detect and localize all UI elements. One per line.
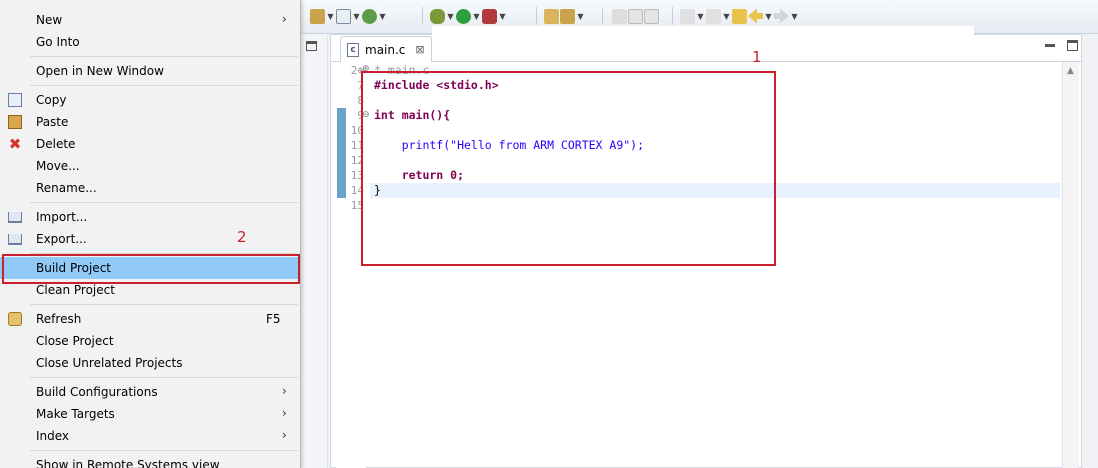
new-source-file-icon[interactable]	[336, 8, 351, 24]
maximize-icon[interactable]	[1067, 40, 1078, 51]
context-menu: New › Go Into Open in New Window Copy Pa…	[0, 0, 301, 468]
annotation-label: 2	[237, 228, 247, 246]
show-whitespace-icon[interactable]	[644, 8, 659, 24]
open-type-icon[interactable]	[544, 8, 559, 24]
toolbar-group-1: ▼ ▼ ▼	[310, 8, 387, 24]
debug-icon[interactable]	[430, 8, 445, 24]
run-icon[interactable]	[456, 8, 471, 24]
menu-item-rename[interactable]: Rename...	[0, 177, 299, 199]
new-class-icon[interactable]	[362, 8, 377, 24]
left-view-strip	[300, 34, 328, 468]
menu-item-label: Go Into	[36, 35, 80, 49]
menu-separator	[30, 304, 298, 305]
menu-item-label: Make Targets	[36, 407, 115, 421]
menu-separator	[30, 202, 298, 203]
menu-separator	[30, 450, 298, 451]
menu-item-index[interactable]: Index ›	[0, 425, 299, 447]
toolbar-group-2: ▼ ▼ ▼	[430, 8, 507, 24]
menu-item-import[interactable]: Import...	[0, 206, 299, 228]
new-project-icon[interactable]	[310, 8, 325, 24]
menu-item-label: Paste	[36, 115, 69, 129]
menu-item-new[interactable]: New ›	[0, 9, 299, 31]
menu-item-close-unrelated-projects[interactable]: Close Unrelated Projects	[0, 352, 299, 374]
minimize-icon[interactable]	[1045, 44, 1055, 47]
toolbar-group-4	[612, 8, 659, 24]
submenu-arrow-icon: ›	[282, 384, 287, 398]
toolbar-group-3: ▼	[544, 8, 585, 24]
menu-separator	[30, 377, 298, 378]
scroll-up-icon[interactable]: ▲	[1067, 66, 1074, 76]
submenu-arrow-icon: ›	[282, 428, 287, 442]
editor-tab-label: main.c	[365, 42, 406, 57]
menu-item-label: New	[36, 13, 63, 27]
menu-item-make-targets[interactable]: Make Targets ›	[0, 403, 299, 425]
back-icon[interactable]	[748, 8, 763, 24]
menu-item-label: Close Project	[36, 334, 114, 348]
menu-item-label: Export...	[36, 232, 87, 246]
menu-separator	[30, 56, 298, 57]
menu-item-label: Close Unrelated Projects	[36, 356, 183, 370]
search-tool-icon[interactable]	[560, 8, 575, 24]
quick-diff-marker	[337, 108, 346, 198]
maximize-icon[interactable]	[306, 41, 317, 51]
menu-item-label: Delete	[36, 137, 76, 151]
external-tools-icon[interactable]	[482, 8, 497, 24]
menu-item-label: Copy	[36, 93, 67, 107]
copy-icon	[8, 93, 22, 107]
annotation-box-code	[361, 71, 776, 266]
menu-item-go-into[interactable]: Go Into	[0, 31, 299, 53]
menu-item-label: Index	[36, 429, 70, 443]
menu-item-paste[interactable]: Paste	[0, 111, 299, 133]
toolbar-separator	[602, 7, 603, 25]
tab-area-background	[432, 26, 974, 36]
menu-item-move[interactable]: Move...	[0, 155, 299, 177]
menu-item-label: Build Configurations	[36, 385, 158, 399]
forward-icon[interactable]	[774, 8, 789, 24]
menu-item-label: Move...	[36, 159, 80, 173]
menu-item-label: Import...	[36, 210, 88, 224]
import-icon	[8, 212, 22, 223]
submenu-arrow-icon: ›	[282, 406, 287, 420]
c-file-icon: c	[347, 42, 359, 57]
toolbar-group-5: ▼ ▼ ▼ ▼	[680, 8, 799, 24]
vertical-scrollbar[interactable]	[1062, 62, 1079, 468]
previous-annotation-icon[interactable]	[706, 8, 721, 24]
menu-item-refresh[interactable]: Refresh F5	[0, 308, 299, 330]
menu-item-close-project[interactable]: Close Project	[0, 330, 299, 352]
next-annotation-icon[interactable]	[680, 8, 695, 24]
last-edit-icon[interactable]	[732, 8, 747, 24]
toggle-block-icon[interactable]	[628, 8, 643, 24]
submenu-arrow-icon: ›	[282, 12, 287, 26]
toolbar-separator	[536, 7, 537, 25]
shortcut-label: F5	[266, 312, 281, 326]
export-icon	[8, 234, 22, 245]
menu-item-build-configurations[interactable]: Build Configurations ›	[0, 381, 299, 403]
menu-item-label: Open in New Window	[36, 64, 164, 78]
menu-item-delete[interactable]: ✖ Delete	[0, 133, 299, 155]
editor-tab-main-c[interactable]: c main.c ⊠	[340, 36, 432, 62]
annotation-label: 1	[752, 48, 762, 66]
toolbar-separator	[672, 7, 673, 25]
menu-item-copy[interactable]: Copy	[0, 89, 299, 111]
menu-item-label: Clean Project	[36, 283, 115, 297]
paste-icon	[8, 115, 22, 129]
close-icon[interactable]: ⊠	[415, 43, 424, 56]
menu-item-open-in-new-window[interactable]: Open in New Window	[0, 60, 299, 82]
menu-item-export[interactable]: Export...	[0, 228, 299, 250]
toggle-mark-icon[interactable]	[612, 8, 627, 24]
menu-item-label: Show in Remote Systems view	[36, 458, 220, 468]
menu-item-show-in-remote-systems-view[interactable]: Show in Remote Systems view	[0, 454, 299, 468]
toolbar-separator	[422, 7, 423, 25]
menu-separator	[30, 85, 298, 86]
menu-item-label: Refresh	[36, 312, 82, 326]
delete-icon: ✖	[8, 135, 22, 153]
tab-strip-border	[330, 61, 1082, 62]
menu-item-label: Rename...	[36, 181, 97, 195]
annotation-box-build-project	[2, 254, 300, 284]
refresh-icon	[8, 312, 22, 326]
